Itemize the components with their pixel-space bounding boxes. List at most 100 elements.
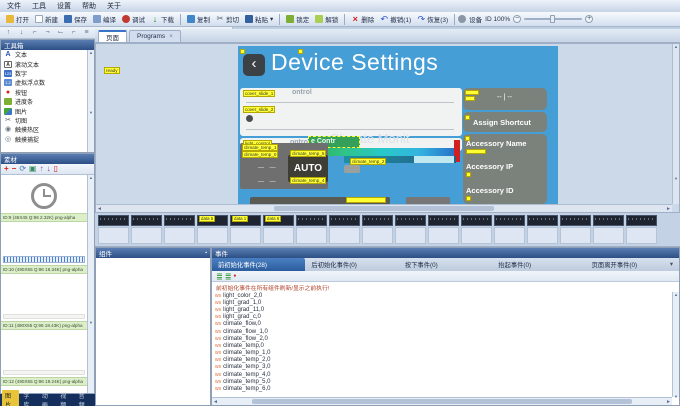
zoom-in-button[interactable]: + <box>585 15 594 23</box>
event-list[interactable]: ws light_color_2,0 ws light_grad_1,0 ws lig… <box>212 292 672 397</box>
add-action-icon[interactable]: ≣ <box>216 272 223 281</box>
page-thumb[interactable] <box>593 215 624 246</box>
page-thumb-data5[interactable]: data 5 <box>197 215 228 246</box>
align-left-icon[interactable]: ⌐ <box>29 28 40 38</box>
align-top-icon[interactable]: ⌙ <box>55 28 66 38</box>
scroll-right-arrow[interactable]: ► <box>666 399 671 405</box>
page-thumb[interactable] <box>296 215 327 246</box>
material-caption[interactable]: ID:10 (490X55 Q:96 16.34K) png-alpha <box>1 265 87 274</box>
canvas-vertical-scrollbar[interactable]: ▲ ▼ <box>672 44 679 204</box>
event-row[interactable]: ws climate_temp_2,0 <box>212 357 672 364</box>
page-thumb[interactable] <box>428 215 459 246</box>
material-caption[interactable]: ID:9 (45X45 Q:96 2.32K) png-alpha <box>1 213 87 222</box>
page-thumb[interactable] <box>626 215 657 246</box>
event-row[interactable]: ws climate_temp_3,0 <box>212 364 672 371</box>
page-thumb[interactable] <box>98 215 129 246</box>
tab-post-init-events[interactable]: 后初始化事件(0) <box>305 258 398 271</box>
slider-knob[interactable] <box>246 115 253 122</box>
object-tag[interactable] <box>240 49 245 54</box>
lock-button[interactable]: 锁定 <box>283 13 312 26</box>
align-right-icon[interactable]: ¬ <box>42 28 53 38</box>
material-caption[interactable]: ID:12 (490X55 Q:96 19.24K) png-alpha <box>1 377 87 386</box>
scroll-left-arrow[interactable]: ◄ <box>213 399 218 405</box>
event-row[interactable]: ws light_grad_1,0 <box>212 299 672 306</box>
toolbox-scrollbar[interactable]: ▲ ▼ <box>87 50 94 152</box>
zoom-slider-thumb[interactable] <box>550 15 556 23</box>
align-bottom-icon[interactable]: ⌐ <box>68 28 79 38</box>
object-tag[interactable] <box>466 149 486 154</box>
design-canvas[interactable]: ready ‹ Device Settings cover_slide_1 on… <box>95 43 680 213</box>
object-tag[interactable] <box>465 90 479 95</box>
page-thumb[interactable] <box>461 215 492 246</box>
event-row[interactable]: ws climate_temp_5,0 <box>212 378 672 385</box>
menu-file[interactable]: 文件 <box>7 1 21 11</box>
object-tag[interactable] <box>346 197 386 203</box>
tab-release-events[interactable]: 抬起事件(0) <box>492 258 585 271</box>
pin-icon[interactable]: ▪ <box>205 250 207 256</box>
new-button[interactable]: 新建 <box>32 13 61 26</box>
object-tag[interactable] <box>465 96 475 101</box>
bottom-bar[interactable] <box>406 197 450 204</box>
menu-help[interactable]: 帮助 <box>82 1 96 11</box>
download-button[interactable]: ↓ 下载 <box>148 13 177 26</box>
save-button[interactable]: 保存 <box>61 13 90 26</box>
event-row[interactable]: ws climate_temp_1,0 <box>212 350 672 357</box>
paste-dropdown-arrow[interactable]: ▾ <box>270 15 273 23</box>
move-up-icon[interactable]: ↑ <box>3 28 14 38</box>
zoom-slider[interactable] <box>524 15 583 23</box>
menu-about[interactable]: 关于 <box>107 1 121 11</box>
trash-icon[interactable]: ▯ <box>54 164 58 174</box>
object-tag[interactable] <box>466 196 471 201</box>
climate-temp-4-tag[interactable]: climate_temp_4 <box>290 177 327 185</box>
edit-action-icon[interactable]: ≣ <box>225 272 232 281</box>
tab-animation[interactable]: 动画 <box>39 390 56 406</box>
cover-slide-2-tag[interactable]: cover_slide_2 <box>243 106 276 114</box>
slider-track[interactable] <box>246 129 454 130</box>
value-box[interactable]: -- | -- <box>463 88 547 110</box>
toolbox-item-scrolltext[interactable]: A 滚动文本 <box>1 59 87 69</box>
paste-button[interactable]: 粘贴 ▾ <box>242 13 276 26</box>
event-list-vertical-scrollbar[interactable]: ▲ ▼ <box>672 292 679 399</box>
page-thumb[interactable] <box>362 215 393 246</box>
event-row[interactable]: ws climate_flow_1,0 <box>212 328 672 335</box>
copy-button[interactable]: 复制 <box>184 13 213 26</box>
move-down-icon[interactable]: ↓ <box>16 28 27 38</box>
object-tag[interactable] <box>298 49 303 54</box>
climate-temp-0-tag[interactable]: climate_temp_0 <box>242 151 279 159</box>
back-button[interactable]: ‹ <box>243 54 265 76</box>
ruler-thumbnail[interactable] <box>3 256 85 263</box>
scroll-left-arrow[interactable]: ◄ <box>97 206 102 212</box>
tab-fonts[interactable]: 字库 <box>20 390 37 406</box>
event-row[interactable]: ws climate_flow,0 <box>212 321 672 328</box>
toolbox-item-progressbar[interactable]: 进度条 <box>1 97 87 106</box>
event-row[interactable]: ws climate_temp,0 <box>212 342 672 349</box>
page-thumb[interactable] <box>164 215 195 246</box>
edit-material-button[interactable]: ▣ <box>29 164 37 174</box>
page-thumb[interactable] <box>494 215 525 246</box>
object-tag[interactable] <box>465 115 470 120</box>
menu-tools[interactable]: 工具 <box>32 1 46 11</box>
tab-images[interactable]: 图片 <box>2 390 20 406</box>
clock-thumbnail[interactable] <box>31 183 57 209</box>
flow-knob[interactable] <box>344 165 360 173</box>
climate-temp-2-tag[interactable]: climate_temp_2 <box>350 158 387 166</box>
unlock-button[interactable]: 解锁 <box>312 13 341 26</box>
tab-audio[interactable]: 音频 <box>76 390 93 406</box>
redo-button[interactable]: ↷ 恢复(3) <box>414 13 451 26</box>
toolbox-item-slice[interactable]: ✂ 切图 <box>1 116 87 125</box>
materials-scrollbar[interactable]: ▲ ▼ <box>87 175 94 393</box>
climate-temp-5-tag[interactable]: climate_temp_5 <box>290 150 327 158</box>
refresh-materials-button[interactable]: ⟳ <box>19 164 26 174</box>
page-thumb-data1[interactable]: data 1 <box>230 215 261 246</box>
cut-button[interactable]: ✂ 剪切 <box>213 13 242 26</box>
event-row[interactable]: ws light_grad_11,0 <box>212 306 672 313</box>
color-gradient-bar[interactable] <box>308 148 456 156</box>
ready-tag[interactable]: ready <box>104 67 120 75</box>
event-row[interactable]: ws climate_temp_6,0 <box>212 385 672 392</box>
undo-button[interactable]: ↶ 撤销(1) <box>377 13 414 26</box>
move-material-up-button[interactable]: ↑ <box>40 164 44 174</box>
toolbox-item-touch-hotspot[interactable]: ◉ 触摸热区 <box>1 125 87 134</box>
tab-overflow-icon[interactable]: ▾ <box>670 261 673 268</box>
tab-video[interactable]: 视频 <box>57 390 74 406</box>
slider-track[interactable] <box>246 102 454 103</box>
